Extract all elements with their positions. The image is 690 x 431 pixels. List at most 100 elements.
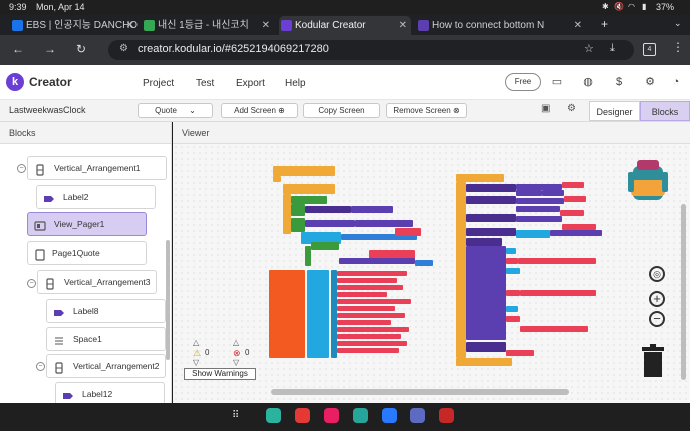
apps-grid-icon[interactable]: ⠿ bbox=[232, 410, 239, 421]
camera-icon[interactable] bbox=[439, 408, 454, 423]
logic-block[interactable] bbox=[291, 196, 327, 204]
copy-screen-button[interactable]: Copy Screen bbox=[303, 103, 380, 118]
text-block[interactable] bbox=[506, 316, 520, 322]
menu-test[interactable]: Test bbox=[196, 78, 214, 89]
url-field[interactable]: ⚙ creator.kodular.io/#6252194069217280 ☆… bbox=[108, 40, 634, 60]
text-block[interactable] bbox=[337, 299, 411, 304]
text-block[interactable] bbox=[337, 348, 399, 353]
remove-screen-button[interactable]: Remove Screen ⊗ bbox=[386, 103, 467, 118]
menu-help[interactable]: Help bbox=[285, 78, 306, 89]
backpack-icon[interactable] bbox=[625, 156, 671, 204]
site-info-icon[interactable]: ⚙ bbox=[119, 43, 128, 54]
zoom-out-icon[interactable]: − bbox=[649, 311, 665, 327]
event-block[interactable] bbox=[456, 358, 512, 366]
logic-block[interactable] bbox=[291, 218, 305, 232]
component-block[interactable] bbox=[516, 206, 560, 212]
component-block[interactable] bbox=[339, 258, 415, 264]
reload-icon[interactable]: ↻ bbox=[76, 42, 86, 56]
profile-icon[interactable]: ◔ bbox=[669, 75, 683, 89]
math-block[interactable] bbox=[506, 306, 518, 312]
arrow-up-icon[interactable]: △ bbox=[193, 338, 199, 347]
bookmark-star-icon[interactable]: ☆ bbox=[584, 42, 594, 55]
event-block[interactable] bbox=[456, 174, 504, 182]
event-block[interactable] bbox=[283, 194, 291, 234]
component-block[interactable] bbox=[516, 190, 542, 196]
trash-icon[interactable] bbox=[641, 344, 665, 378]
flipboard-icon[interactable] bbox=[295, 408, 310, 423]
component-block[interactable] bbox=[550, 230, 602, 236]
close-icon[interactable]: ✕ bbox=[262, 16, 270, 35]
tree-node-label8[interactable]: Label8 bbox=[46, 299, 166, 323]
browser-menu-icon[interactable]: ⋮ bbox=[672, 40, 684, 54]
tab-list-icon[interactable]: ⌄ bbox=[674, 18, 682, 29]
component-block[interactable] bbox=[466, 342, 506, 352]
text-block[interactable] bbox=[560, 210, 584, 216]
tree-node-label12[interactable]: Label12 bbox=[55, 382, 165, 403]
menu-project[interactable]: Project bbox=[143, 78, 174, 89]
horizontal-scrollbar[interactable] bbox=[271, 389, 569, 395]
event-block[interactable] bbox=[273, 176, 281, 182]
text-block[interactable] bbox=[518, 258, 596, 264]
text-block[interactable] bbox=[337, 285, 403, 290]
tree-node-vertical-arrangement2[interactable]: Vertical_Arrangement2 bbox=[46, 354, 166, 378]
gear-icon[interactable]: ⚙ bbox=[567, 103, 576, 114]
component-block[interactable] bbox=[305, 206, 351, 213]
collapse-toggle[interactable]: − bbox=[36, 362, 45, 371]
vertical-scrollbar[interactable] bbox=[681, 204, 686, 380]
math-block[interactable] bbox=[506, 248, 516, 254]
component-block[interactable] bbox=[466, 228, 516, 236]
component-block[interactable] bbox=[351, 206, 393, 213]
component-block[interactable] bbox=[355, 220, 413, 227]
collapse-toggle[interactable]: − bbox=[17, 164, 26, 173]
arrow-down-icon[interactable]: ▽ bbox=[233, 358, 239, 367]
event-block[interactable] bbox=[456, 182, 466, 358]
arrow-down-icon[interactable]: ▽ bbox=[193, 358, 199, 367]
component-block[interactable] bbox=[305, 220, 355, 227]
component-block[interactable] bbox=[516, 198, 564, 204]
new-tab-icon[interactable]: + bbox=[601, 17, 608, 31]
gallery-icon[interactable] bbox=[324, 408, 339, 423]
text-block[interactable] bbox=[520, 326, 588, 332]
tree-node-page1quote[interactable]: Page1Quote bbox=[27, 241, 147, 265]
math-block[interactable] bbox=[415, 260, 433, 266]
arrow-up-icon[interactable]: △ bbox=[233, 338, 239, 347]
component-block[interactable] bbox=[516, 216, 562, 222]
menu-export[interactable]: Export bbox=[236, 78, 265, 89]
text-block[interactable] bbox=[506, 350, 534, 356]
close-icon[interactable]: ✕ bbox=[574, 16, 582, 35]
calendar2-icon[interactable] bbox=[353, 408, 368, 423]
logic-block[interactable] bbox=[311, 242, 339, 250]
list-block[interactable] bbox=[307, 270, 329, 358]
tree-scrollbar[interactable] bbox=[166, 240, 170, 360]
math-block[interactable] bbox=[506, 268, 520, 274]
settings-icon[interactable]: ⚙ bbox=[643, 75, 657, 89]
text-block[interactable] bbox=[520, 290, 596, 296]
text-block[interactable] bbox=[337, 306, 395, 311]
text-block[interactable] bbox=[337, 320, 391, 325]
close-icon[interactable]: ✕ bbox=[399, 16, 407, 35]
theme-palette-icon[interactable]: ◍ bbox=[581, 75, 595, 89]
tree-node-space1[interactable]: Space1 bbox=[46, 327, 166, 351]
messages-icon[interactable] bbox=[382, 408, 397, 423]
component-block[interactable] bbox=[466, 196, 516, 204]
blocks-workspace[interactable]: ◎ + − △ △ ⚠ 0 ⊗ 0 ▽ ▽ Show Warnings bbox=[173, 144, 690, 403]
component-block[interactable] bbox=[466, 184, 516, 192]
event-block[interactable] bbox=[283, 184, 335, 194]
calendar-icon[interactable] bbox=[266, 408, 281, 423]
show-warnings-button[interactable]: Show Warnings bbox=[184, 368, 256, 380]
tab-count-icon[interactable]: 4 bbox=[643, 43, 656, 56]
text-block[interactable] bbox=[337, 271, 407, 276]
text-block[interactable] bbox=[337, 292, 387, 297]
back-icon[interactable]: ← bbox=[12, 42, 24, 56]
projects-folder-icon[interactable]: ▭ bbox=[550, 75, 564, 89]
logic-block[interactable] bbox=[291, 204, 305, 216]
component-block[interactable] bbox=[466, 238, 502, 246]
component-block[interactable] bbox=[542, 190, 564, 196]
text-block[interactable] bbox=[337, 341, 407, 346]
plan-badge-button[interactable]: Free bbox=[505, 73, 541, 91]
browser-tab-ebs[interactable]: EBS | 인공지능 DANCHOO ✕ bbox=[10, 16, 138, 35]
download-icon[interactable]: ⤓ bbox=[610, 42, 615, 55]
internet-icon[interactable] bbox=[410, 408, 425, 423]
event-block[interactable] bbox=[273, 166, 335, 176]
close-icon[interactable]: ✕ bbox=[126, 16, 134, 35]
